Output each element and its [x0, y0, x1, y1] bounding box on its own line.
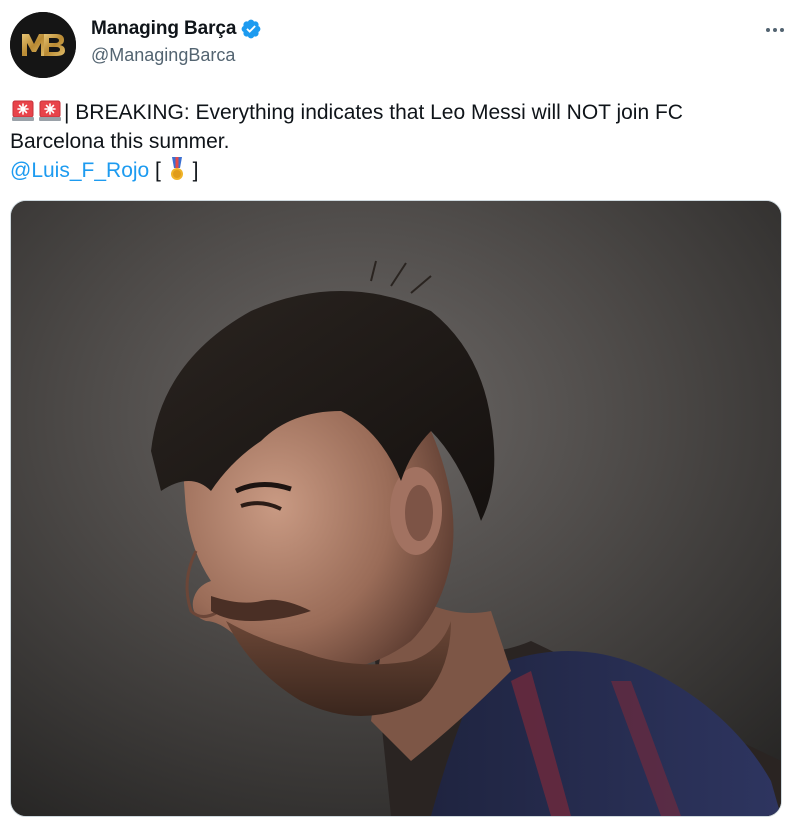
- handle[interactable]: @ManagingBarca: [91, 45, 262, 66]
- mention-link[interactable]: @Luis_F_Rojo: [10, 159, 149, 182]
- more-options-icon[interactable]: [760, 18, 790, 42]
- bracket-close: ]: [186, 159, 199, 182]
- military-medal-icon: [167, 156, 187, 182]
- mb-logo-icon: [10, 12, 76, 78]
- verified-badge-icon: [240, 18, 262, 40]
- display-name[interactable]: Managing Barça: [91, 18, 236, 40]
- author-block: Managing Barça @ManagingBarca: [91, 16, 262, 66]
- rotating-light-icon: [10, 98, 36, 124]
- tweet-text-line-1: | BREAKING: Everything indicates that Le…: [64, 101, 683, 124]
- tweet-photo[interactable]: [10, 200, 782, 817]
- rotating-light-icon: [37, 98, 63, 124]
- player-portrait-image: [11, 201, 781, 816]
- tweet-card: Managing Barça @ManagingBarca | BREAKING…: [0, 0, 800, 830]
- tweet-header: Managing Barça @ManagingBarca: [10, 12, 790, 80]
- tweet-text: | BREAKING: Everything indicates that Le…: [10, 98, 780, 185]
- tweet-line-1: | BREAKING: Everything indicates that Le…: [10, 98, 780, 127]
- display-name-row: Managing Barça: [91, 16, 262, 42]
- tweet-text-line-2: Barcelona this summer.: [10, 130, 230, 153]
- bracket-open: [: [149, 159, 167, 182]
- tweet-line-3: @Luis_F_Rojo [ ]: [10, 156, 780, 185]
- avatar[interactable]: [10, 12, 76, 78]
